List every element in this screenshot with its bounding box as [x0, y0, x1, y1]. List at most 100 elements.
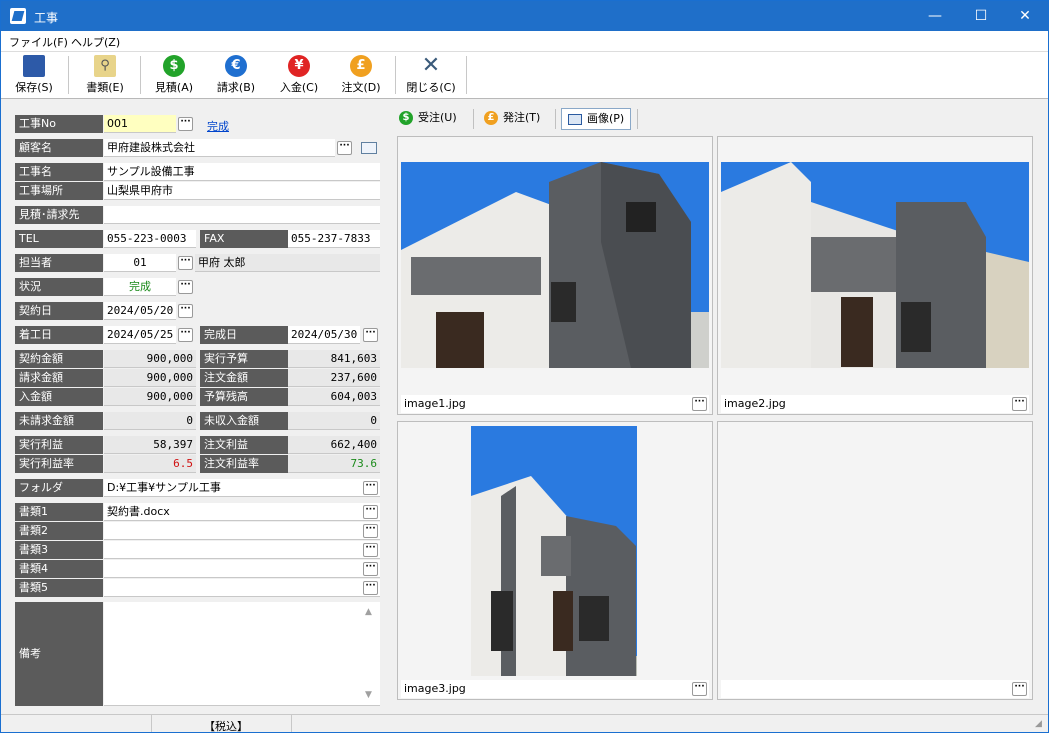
- status-link[interactable]: 完成: [207, 118, 229, 134]
- resize-grip-icon[interactable]: ◢: [1035, 719, 1042, 729]
- staff-name: 甲府 太郎: [195, 254, 380, 272]
- location-label: 工事場所: [15, 182, 103, 200]
- floppy-disk-icon: [23, 55, 45, 77]
- image-2-ellipsis-button[interactable]: ···: [1012, 397, 1027, 411]
- image-3-ellipsis-button[interactable]: ···: [692, 682, 707, 696]
- job-no-label: 工事No: [15, 115, 103, 133]
- tab-received-label: 受注(U): [418, 111, 457, 124]
- toolbar-separator: [68, 56, 69, 94]
- image-2-thumbnail[interactable]: [721, 162, 1029, 368]
- tab-received-orders[interactable]: $ 受注(U): [399, 105, 457, 131]
- contract-amount-value: 900,000: [104, 350, 196, 368]
- image-1-thumbnail[interactable]: [401, 162, 709, 368]
- contract-date-label: 契約日: [15, 302, 103, 320]
- doc1-ellipsis-button[interactable]: ···: [363, 505, 378, 519]
- scroll-up-icon[interactable]: ▲: [365, 607, 372, 617]
- estimate-label: 見積(A): [154, 81, 194, 94]
- tel-input[interactable]: 055-223-0003: [104, 230, 196, 248]
- status-ellipsis-button[interactable]: ···: [178, 280, 193, 294]
- doc1-input[interactable]: 契約書.docx: [104, 503, 380, 521]
- image-3-caption: image3.jpg: [401, 680, 709, 698]
- status-value: 完成: [104, 278, 176, 296]
- scroll-down-icon[interactable]: ▼: [365, 690, 372, 700]
- status-bar: 【税込】 ◢: [1, 714, 1048, 732]
- customer-ellipsis-button[interactable]: ···: [337, 141, 352, 155]
- job-name-label: 工事名: [15, 163, 103, 181]
- payment-button[interactable]: ¥ 入金(C): [274, 55, 324, 97]
- payment-label: 入金(C): [279, 81, 319, 94]
- yen-icon: ¥: [288, 55, 310, 77]
- exec-profit-rate-value: 6.5: [104, 455, 196, 473]
- image-panel-4[interactable]: ···: [717, 421, 1033, 700]
- location-input[interactable]: 山梨県甲府市: [104, 182, 380, 200]
- contract-date-input[interactable]: 2024/05/20: [104, 302, 176, 320]
- tab-separator: [555, 109, 556, 129]
- toolbar-separator: [140, 56, 141, 94]
- image-3-thumbnail[interactable]: [471, 426, 637, 676]
- estimate-button[interactable]: $ 見積(A): [149, 55, 199, 97]
- tab-placed-orders[interactable]: £ 発注(T): [484, 105, 540, 131]
- job-no-input[interactable]: 001: [104, 115, 176, 133]
- magnifier-document-icon: ⚲: [94, 55, 116, 77]
- order-profit-label: 注文利益: [200, 436, 288, 454]
- image-panel-1[interactable]: image1.jpg ···: [397, 136, 713, 415]
- close-window-button[interactable]: ✕: [1002, 1, 1048, 31]
- fax-input[interactable]: 055-237-7833: [288, 230, 380, 248]
- maximize-button[interactable]: ☐: [958, 1, 1004, 31]
- unreceived-label: 未収入金額: [200, 412, 288, 430]
- invoice-button[interactable]: € 請求(B): [211, 55, 261, 97]
- customer-label: 顧客名: [15, 139, 103, 157]
- order-amount-label: 注文金額: [200, 369, 288, 387]
- unbilled-label: 未請求金額: [15, 412, 103, 430]
- envelope-icon[interactable]: [361, 142, 377, 154]
- doc3-input[interactable]: [104, 541, 380, 559]
- docs-button[interactable]: ⚲ 書類(E): [81, 55, 129, 97]
- image-1-ellipsis-button[interactable]: ···: [692, 397, 707, 411]
- tab-images[interactable]: 画像(P): [561, 108, 632, 130]
- image-4-caption: [721, 680, 1029, 698]
- toolbar-separator: [395, 56, 396, 94]
- billing-to-input[interactable]: [104, 206, 380, 224]
- doc2-input[interactable]: [104, 522, 380, 540]
- order-profit-value: 662,400: [288, 436, 380, 454]
- image-4-ellipsis-button[interactable]: ···: [1012, 682, 1027, 696]
- folder-input[interactable]: D:¥工事¥サンプル工事: [104, 479, 380, 497]
- job-no-ellipsis-button[interactable]: ···: [178, 117, 193, 131]
- start-date-input[interactable]: 2024/05/25: [104, 326, 176, 344]
- order-label: 注文(D): [341, 81, 381, 94]
- staff-ellipsis-button[interactable]: ···: [178, 256, 193, 270]
- tab-separator: [637, 109, 638, 129]
- doc4-input[interactable]: [104, 560, 380, 578]
- image-panel-2[interactable]: image2.jpg ···: [717, 136, 1033, 415]
- minimize-button[interactable]: —: [912, 1, 958, 31]
- doc2-ellipsis-button[interactable]: ···: [363, 524, 378, 538]
- job-name-input[interactable]: サンプル設備工事: [104, 163, 380, 181]
- folder-ellipsis-button[interactable]: ···: [363, 481, 378, 495]
- contract-date-ellipsis-button[interactable]: ···: [178, 304, 193, 318]
- doc4-ellipsis-button[interactable]: ···: [363, 562, 378, 576]
- save-button[interactable]: 保存(S): [11, 55, 57, 97]
- staff-code-input[interactable]: 01: [104, 254, 176, 272]
- pound-icon: £: [484, 111, 498, 125]
- order-button[interactable]: £ 注文(D): [336, 55, 386, 97]
- exec-profit-rate-label: 実行利益率: [15, 455, 103, 473]
- exec-budget-value: 841,603: [288, 350, 380, 368]
- toolbar-separator: [466, 56, 467, 94]
- notes-textarea[interactable]: [104, 602, 380, 706]
- customer-input[interactable]: 甲府建設株式会社: [104, 139, 335, 157]
- image-panel-3[interactable]: image3.jpg ···: [397, 421, 713, 700]
- pound-icon: £: [350, 55, 372, 77]
- close-label: 閉じる(C): [406, 81, 456, 94]
- menu-file[interactable]: ファイル(F): [9, 34, 68, 50]
- menu-help[interactable]: ヘルプ(Z): [71, 34, 120, 50]
- complete-date-input[interactable]: 2024/05/30: [288, 326, 360, 344]
- doc5-input[interactable]: [104, 579, 380, 597]
- order-profit-rate-label: 注文利益率: [200, 455, 288, 473]
- doc5-ellipsis-button[interactable]: ···: [363, 581, 378, 595]
- exec-budget-label: 実行予算: [200, 350, 288, 368]
- billed-amount-value: 900,000: [104, 369, 196, 387]
- doc3-ellipsis-button[interactable]: ···: [363, 543, 378, 557]
- complete-date-ellipsis-button[interactable]: ···: [363, 328, 378, 342]
- close-button[interactable]: ✕ 閉じる(C): [403, 55, 459, 97]
- start-date-ellipsis-button[interactable]: ···: [178, 328, 193, 342]
